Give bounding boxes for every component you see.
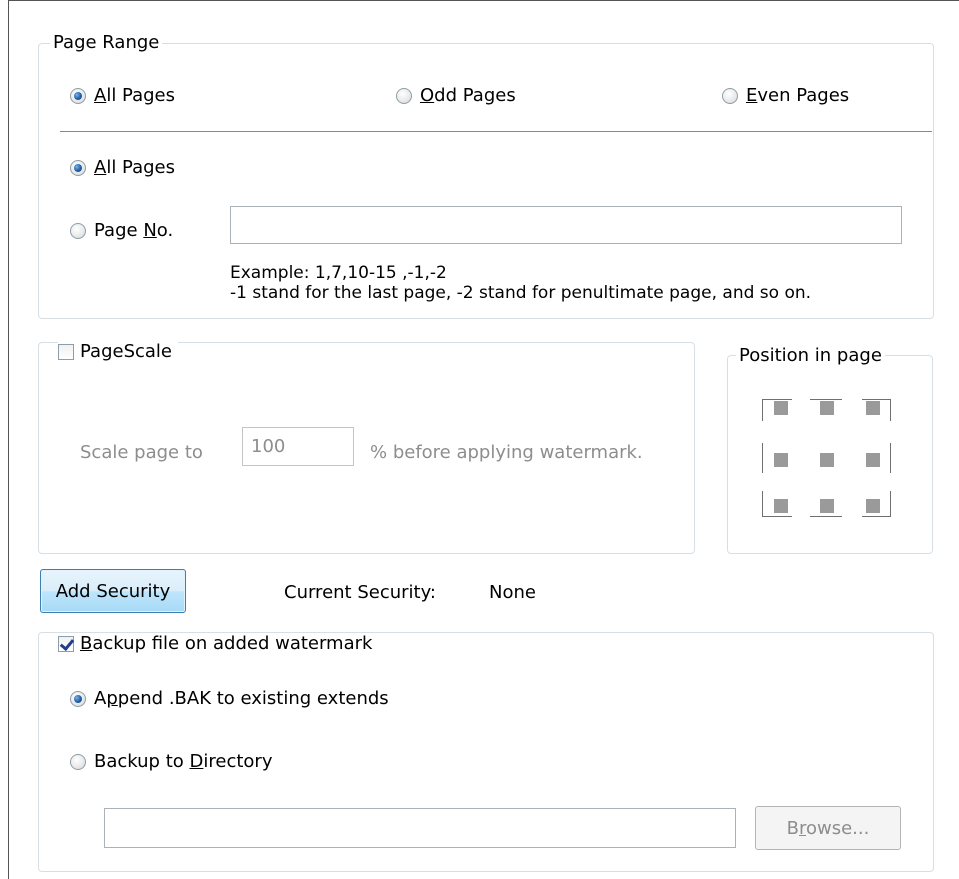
position-top-edge-center <box>810 399 842 400</box>
all-pages-parity-radio[interactable]: All Pages <box>70 85 175 106</box>
radio-selected-icon <box>70 690 86 707</box>
page-no-radio[interactable]: Page No. <box>70 220 173 241</box>
backup-directory-input[interactable] <box>104 808 736 848</box>
position-bottom-right-cell[interactable] <box>866 499 880 513</box>
position-edge-left-icon <box>762 443 763 473</box>
page-range-example-note: -1 stand for the last page, -2 stand for… <box>230 283 812 303</box>
even-pages-radio[interactable]: Even Pages <box>722 85 849 106</box>
current-security-label: Current Security: <box>284 582 436 603</box>
all-pages-scope-label: All Pages <box>94 157 176 178</box>
position-bottom-edge-left <box>762 516 792 517</box>
backup-file-checkbox[interactable]: Backup file on added watermark <box>58 633 379 654</box>
radio-unselected-icon <box>722 87 738 104</box>
radio-selected-icon <box>70 87 86 104</box>
checkbox-checked-icon <box>58 635 74 652</box>
page-range-legend: Page Range <box>50 32 163 53</box>
position-legend: Position in page <box>736 345 885 366</box>
browse-button[interactable]: Browse... <box>755 806 901 850</box>
add-security-button[interactable]: Add Security <box>40 569 186 613</box>
position-grid[interactable] <box>758 395 896 523</box>
position-bottom-left-cell[interactable] <box>774 499 788 513</box>
position-corner-bottom-left-icon <box>762 491 763 517</box>
page-range-separator <box>60 131 932 132</box>
position-middle-center-cell[interactable] <box>820 453 834 467</box>
position-bottom-edge-right <box>862 516 891 517</box>
append-bak-label: Append .BAK to existing extends <box>94 688 389 709</box>
scale-percent-value: 100 <box>251 436 286 457</box>
position-top-edge-left <box>762 399 792 400</box>
odd-pages-radio[interactable]: Odd Pages <box>396 85 516 106</box>
append-bak-radio[interactable]: Append .BAK to existing extends <box>70 688 389 709</box>
radio-unselected-icon <box>396 87 412 104</box>
scale-page-label: Scale page to <box>80 442 203 463</box>
position-bottom-center-cell[interactable] <box>820 499 834 513</box>
position-corner-top-left-icon <box>762 399 763 421</box>
current-security-value: None <box>489 582 536 603</box>
browse-button-label: Browse... <box>786 817 870 839</box>
radio-selected-icon <box>70 159 86 176</box>
backup-directory-radio[interactable]: Backup to Directory <box>70 751 272 772</box>
position-bottom-edge-center <box>810 516 842 517</box>
all-pages-scope-radio[interactable]: All Pages <box>70 157 175 178</box>
position-corner-top-right-icon <box>890 399 891 421</box>
odd-pages-label: Odd Pages <box>420 85 516 106</box>
page-range-example: Example: 1,7,10-15 ,-1,-2 <box>230 263 447 283</box>
radio-unselected-icon <box>70 222 86 239</box>
position-top-right-cell[interactable] <box>866 401 880 415</box>
backup-file-label: Backup file on added watermark <box>80 633 373 654</box>
radio-unselected-icon <box>70 753 86 770</box>
scale-percent-input[interactable]: 100 <box>242 427 354 466</box>
position-middle-right-cell[interactable] <box>866 453 880 467</box>
page-scale-label: PageScale <box>80 341 173 362</box>
position-top-left-cell[interactable] <box>774 401 788 415</box>
all-pages-parity-label: All Pages <box>94 85 176 106</box>
checkbox-unchecked-icon <box>58 343 74 360</box>
position-middle-left-cell[interactable] <box>774 453 788 467</box>
position-corner-bottom-right-icon <box>890 491 891 517</box>
position-top-edge-right <box>862 399 891 400</box>
even-pages-label: Even Pages <box>746 85 850 106</box>
page-no-input[interactable] <box>230 206 902 244</box>
page-scale-checkbox[interactable]: PageScale <box>58 341 179 362</box>
scale-suffix-label: % before applying watermark. <box>370 442 643 463</box>
backup-directory-label: Backup to Directory <box>94 751 273 772</box>
position-top-center-cell[interactable] <box>820 401 834 415</box>
position-edge-right-icon <box>890 443 891 473</box>
page-no-label: Page No. <box>94 220 174 241</box>
